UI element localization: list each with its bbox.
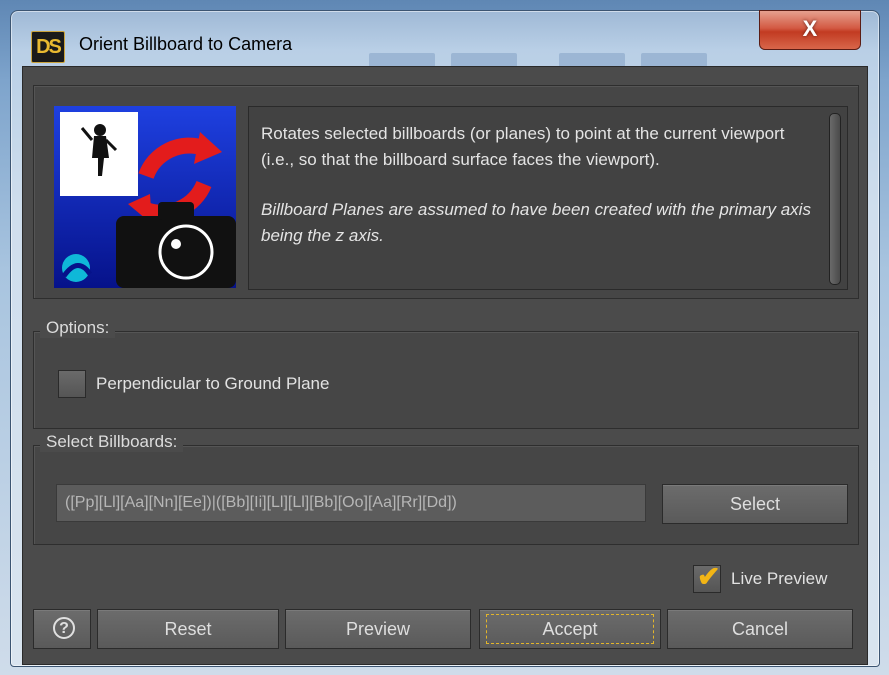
- accept-label: Accept: [542, 619, 598, 639]
- description-note: Billboard Planes are assumed to have bee…: [261, 200, 811, 245]
- reset-button[interactable]: Reset: [97, 609, 279, 649]
- window-title: Orient Billboard to Camera: [79, 34, 293, 54]
- options-legend: Options:: [40, 318, 116, 338]
- select-billboards-group: Select Billboards: ([Pp][Ll][Aa][Nn][Ee]…: [33, 432, 859, 545]
- script-thumbnail-icon: [54, 106, 236, 288]
- preview-button[interactable]: Preview: [285, 609, 471, 649]
- billboard-camera-illustration: [54, 106, 236, 288]
- description-text: Rotates selected billboards (or planes) …: [261, 124, 785, 169]
- help-icon: ?: [53, 617, 75, 639]
- checkmark-icon: ✔: [697, 561, 721, 592]
- description-text-area: Rotates selected billboards (or planes) …: [248, 106, 848, 290]
- info-panel: Rotates selected billboards (or planes) …: [33, 85, 859, 299]
- description-scrollbar[interactable]: [829, 113, 841, 285]
- dialog-client-area: Rotates selected billboards (or planes) …: [22, 66, 868, 665]
- accept-button[interactable]: Accept: [479, 609, 661, 649]
- daz-studio-logo-icon: DS: [31, 31, 65, 63]
- title-bar[interactable]: DS Orient Billboard to Camera X: [11, 10, 879, 69]
- select-button[interactable]: Select: [662, 484, 848, 524]
- select-billboards-legend: Select Billboards:: [40, 432, 184, 452]
- help-button[interactable]: ?: [33, 609, 91, 649]
- perpendicular-checkbox[interactable]: [58, 370, 86, 398]
- live-preview-checkbox[interactable]: ✔: [693, 561, 721, 593]
- perpendicular-label[interactable]: Perpendicular to Ground Plane: [96, 374, 329, 394]
- options-group: Options: Perpendicular to Ground Plane: [33, 318, 859, 429]
- close-button[interactable]: X: [759, 10, 861, 50]
- billboard-pattern-input[interactable]: ([Pp][Ll][Aa][Nn][Ee])|([Bb][Ii][Ll][Ll]…: [56, 484, 646, 522]
- cancel-button[interactable]: Cancel: [667, 609, 853, 649]
- live-preview-label[interactable]: Live Preview: [731, 569, 827, 589]
